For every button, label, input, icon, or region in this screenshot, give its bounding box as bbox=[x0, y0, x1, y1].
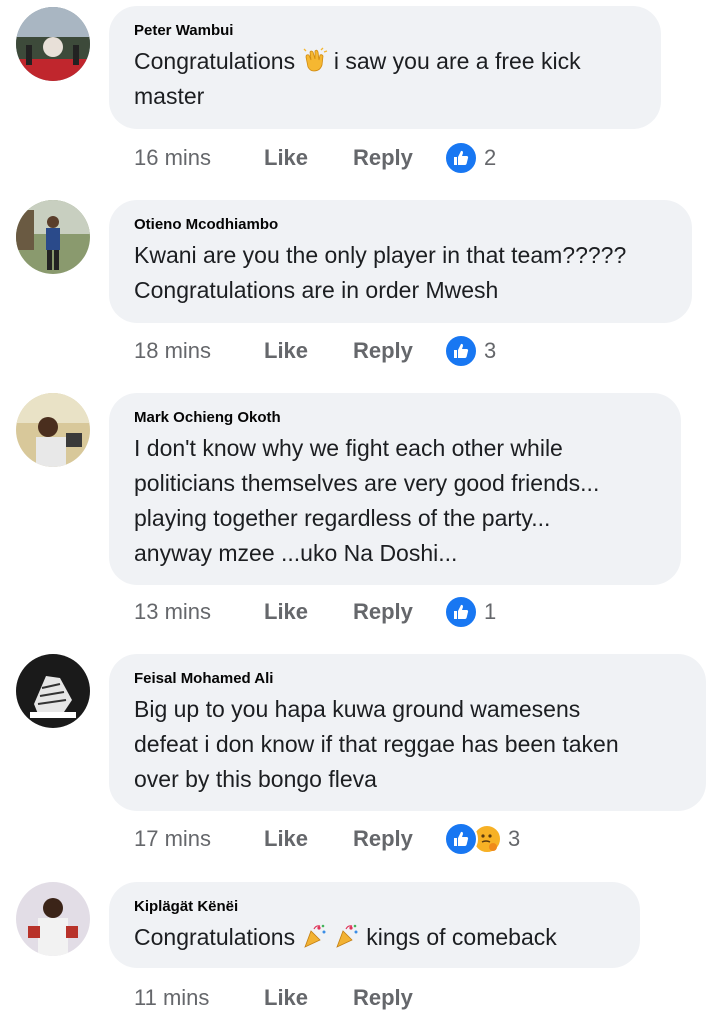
reply-button[interactable]: Reply bbox=[353, 333, 413, 369]
reaction-summary[interactable]: 3 bbox=[444, 822, 521, 856]
comment-bubble: Feisal Mohamed Ali Big up to you hapa ku… bbox=[109, 654, 706, 811]
timestamp: 16 mins bbox=[134, 145, 212, 170]
reply-button[interactable]: Reply bbox=[353, 980, 413, 1016]
thumbs-up-icon bbox=[444, 822, 478, 856]
like-button[interactable]: Like bbox=[264, 821, 308, 857]
comment-text-part: Congratulations bbox=[134, 48, 296, 74]
timestamp: 11 mins bbox=[134, 985, 210, 1010]
reaction-count: 3 bbox=[508, 826, 521, 851]
comment-text: Congratulations kings of comeback bbox=[134, 920, 614, 955]
timestamp: 17 mins bbox=[134, 826, 212, 851]
timestamp: 13 mins bbox=[134, 599, 212, 624]
comment-text: Big up to you hapa kuwa ground wamesens … bbox=[134, 692, 680, 797]
party-popper-icon bbox=[303, 924, 325, 948]
like-button[interactable]: Like bbox=[264, 333, 308, 369]
comment-text-part: i saw you are a free kick bbox=[333, 48, 581, 74]
like-button[interactable]: Like bbox=[264, 140, 308, 176]
avatar[interactable] bbox=[16, 7, 90, 81]
comment-bubble: Otieno Mcodhiambo Kwani are you the only… bbox=[109, 200, 692, 323]
author-name[interactable]: Otieno Mcodhiambo bbox=[134, 216, 666, 234]
avatar[interactable] bbox=[16, 200, 90, 274]
comment-bubble: Mark Ochieng Okoth I don't know why we f… bbox=[109, 393, 681, 585]
reaction-summary[interactable]: 2 bbox=[444, 141, 497, 175]
party-popper-icon bbox=[336, 924, 358, 948]
comment-text-part: defeat i don know if that reggae has bee… bbox=[134, 731, 619, 757]
comment-text: Congratulations i saw you are a free kic… bbox=[134, 44, 635, 114]
reply-button[interactable]: Reply bbox=[353, 821, 413, 857]
comment-text-part: playing together regardless of the party… bbox=[134, 505, 551, 531]
thumbs-up-icon bbox=[444, 334, 478, 368]
avatar-image bbox=[16, 7, 90, 81]
comment-text-part: I don't know why we fight each other whi… bbox=[134, 435, 563, 461]
comment-text-part: master bbox=[134, 83, 205, 109]
timestamp: 18 mins bbox=[134, 338, 212, 363]
like-button[interactable]: Like bbox=[264, 980, 308, 1016]
avatar[interactable] bbox=[16, 654, 90, 728]
comment-text-part: Big up to you hapa kuwa ground wamesens bbox=[134, 696, 581, 722]
reaction-count: 2 bbox=[484, 145, 497, 170]
comment-bubble: Peter Wambui Congratulations i saw you a… bbox=[109, 6, 661, 129]
comment-text-part: anyway mzee ...uko Na Doshi... bbox=[134, 540, 458, 566]
avatar[interactable] bbox=[16, 393, 90, 467]
reaction-count: 1 bbox=[484, 599, 497, 624]
reply-button[interactable]: Reply bbox=[353, 140, 413, 176]
comment-text: I don't know why we fight each other whi… bbox=[134, 431, 655, 571]
comment-text-part: kings of comeback bbox=[366, 924, 557, 950]
comment-text-part: Congratulations are in order Mwesh bbox=[134, 277, 499, 303]
thumbs-up-icon bbox=[444, 595, 478, 629]
clapping-hands-icon bbox=[303, 47, 327, 72]
thumbs-up-icon bbox=[444, 141, 478, 175]
avatar-image bbox=[16, 393, 90, 467]
avatar[interactable] bbox=[16, 882, 90, 956]
like-button[interactable]: Like bbox=[264, 594, 308, 630]
comment-text: Kwani are you the only player in that te… bbox=[134, 238, 666, 308]
reaction-summary[interactable]: 1 bbox=[444, 595, 497, 629]
reaction-count: 3 bbox=[484, 338, 497, 363]
author-name[interactable]: Feisal Mohamed Ali bbox=[134, 670, 680, 688]
avatar-image bbox=[16, 654, 90, 728]
avatar-image bbox=[16, 200, 90, 274]
comment-text-part: politicians themselves are very good fri… bbox=[134, 470, 600, 496]
avatar-image bbox=[16, 882, 90, 956]
comment-text-part: Kwani are you the only player in that te… bbox=[134, 242, 627, 268]
comment-text-part: Congratulations bbox=[134, 924, 296, 950]
author-name[interactable]: Peter Wambui bbox=[134, 22, 635, 40]
comment-bubble: Kiplägät Kënëi Congratulations kings of … bbox=[109, 882, 640, 968]
reply-button[interactable]: Reply bbox=[353, 594, 413, 630]
reaction-summary[interactable]: 3 bbox=[444, 334, 497, 368]
author-name[interactable]: Kiplägät Kënëi bbox=[134, 898, 614, 916]
author-name[interactable]: Mark Ochieng Okoth bbox=[134, 409, 655, 427]
comment-text-part: over by this bongo fleva bbox=[134, 766, 377, 792]
